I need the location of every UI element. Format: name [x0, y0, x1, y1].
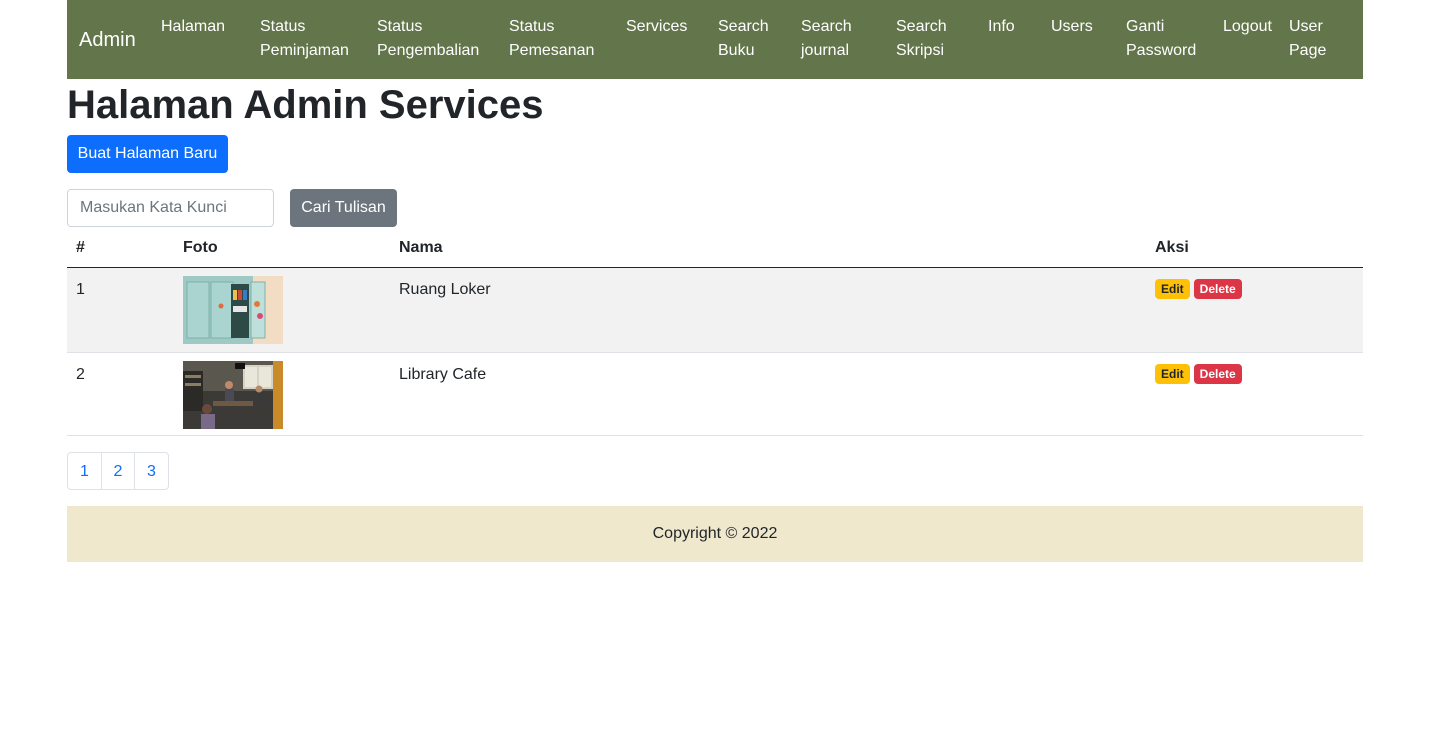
- search-button[interactable]: Cari Tulisan: [290, 189, 397, 227]
- nav-item-label: Status: [377, 18, 423, 35]
- nav-item-user-page[interactable]: User Page: [1289, 15, 1326, 63]
- nav-item-status-pemesanan[interactable]: Status Pemesanan: [509, 15, 594, 63]
- nav-item-label: Services: [626, 18, 688, 35]
- nav-item-halaman[interactable]: Halaman: [161, 15, 225, 39]
- nav-item-label: Ganti: [1126, 18, 1165, 35]
- nav-item-label: Search: [896, 18, 947, 35]
- row-photo: [183, 276, 283, 344]
- nav-item-info[interactable]: Info: [988, 15, 1015, 39]
- header-actions: Aksi: [1155, 239, 1189, 256]
- nav-item-label: Search: [801, 18, 852, 35]
- search-input[interactable]: [67, 189, 274, 227]
- nav-item-search-skripsi[interactable]: Search Skripsi: [896, 15, 947, 63]
- header-number: #: [76, 239, 85, 256]
- row-photo: [183, 361, 283, 429]
- nav-item-label: Pengembalian: [377, 42, 480, 59]
- nav-item-status-pengembalian[interactable]: Status Pengembalian: [377, 15, 479, 63]
- nav-item-label: journal: [801, 42, 850, 59]
- nav-item-label: Logout: [1223, 18, 1272, 35]
- table-row: 2 Library Cafe Edit Delete: [67, 353, 1363, 436]
- nav-item-label: Buku: [718, 42, 755, 59]
- nav-item-label: Status: [509, 18, 555, 35]
- new-page-button[interactable]: Buat Halaman Baru: [67, 135, 228, 173]
- nav-item-services[interactable]: Services: [626, 15, 687, 39]
- nav-item-ganti-password[interactable]: Ganti Password: [1126, 15, 1196, 63]
- services-table: # Foto Nama Aksi 1 Ruang Loker Edit Dele…: [67, 228, 1363, 436]
- page-link-1[interactable]: 1: [67, 452, 102, 490]
- copyright-text: Copyright © 2022: [652, 525, 778, 542]
- nav-item-label: Info: [988, 18, 1015, 35]
- nav-item-label: Halaman: [161, 18, 226, 35]
- delete-button[interactable]: Delete: [1193, 364, 1242, 384]
- delete-button[interactable]: Delete: [1193, 279, 1242, 299]
- nav-item-users[interactable]: Users: [1051, 15, 1093, 39]
- nav-item-label: Page: [1289, 42, 1327, 59]
- header-photo: Foto: [183, 239, 218, 256]
- page-title: Halaman Admin Services: [67, 83, 544, 127]
- page-link-2[interactable]: 2: [101, 452, 135, 490]
- page-container: Admin Halaman Status Peminjaman Status P…: [67, 0, 1363, 562]
- row-number: 1: [76, 281, 85, 298]
- nav-item-label: User: [1289, 18, 1323, 35]
- nav-item-status-peminjaman[interactable]: Status Peminjaman: [260, 15, 349, 63]
- header-name: Nama: [399, 239, 443, 256]
- row-actions: Edit Delete: [1155, 279, 1242, 299]
- pagination: 1 2 3: [67, 452, 169, 490]
- row-actions: Edit Delete: [1155, 364, 1242, 384]
- page-link-3[interactable]: 3: [134, 452, 169, 490]
- edit-button[interactable]: Edit: [1155, 279, 1190, 299]
- nav-item-search-journal[interactable]: Search journal: [801, 15, 852, 63]
- nav-item-search-buku[interactable]: Search Buku: [718, 15, 769, 63]
- nav-item-label: Search: [718, 18, 769, 35]
- footer: Copyright © 2022: [67, 506, 1363, 562]
- nav-item-label: Users: [1051, 18, 1093, 35]
- navbar: Admin Halaman Status Peminjaman Status P…: [67, 0, 1363, 79]
- nav-item-label: Skripsi: [896, 42, 945, 59]
- nav-item-label: Pemesanan: [509, 42, 595, 59]
- navbar-brand[interactable]: Admin: [79, 28, 136, 52]
- edit-button[interactable]: Edit: [1155, 364, 1190, 384]
- nav-item-label: Status: [260, 18, 306, 35]
- table-header: # Foto Nama Aksi: [67, 228, 1363, 268]
- nav-item-label: Password: [1126, 42, 1197, 59]
- table-row: 1 Ruang Loker Edit Delete: [67, 268, 1363, 353]
- row-name: Ruang Loker: [399, 281, 491, 298]
- nav-item-label: Peminjaman: [260, 42, 349, 59]
- row-name: Library Cafe: [399, 366, 487, 383]
- nav-item-logout[interactable]: Logout: [1223, 15, 1272, 39]
- row-number: 2: [76, 366, 85, 383]
